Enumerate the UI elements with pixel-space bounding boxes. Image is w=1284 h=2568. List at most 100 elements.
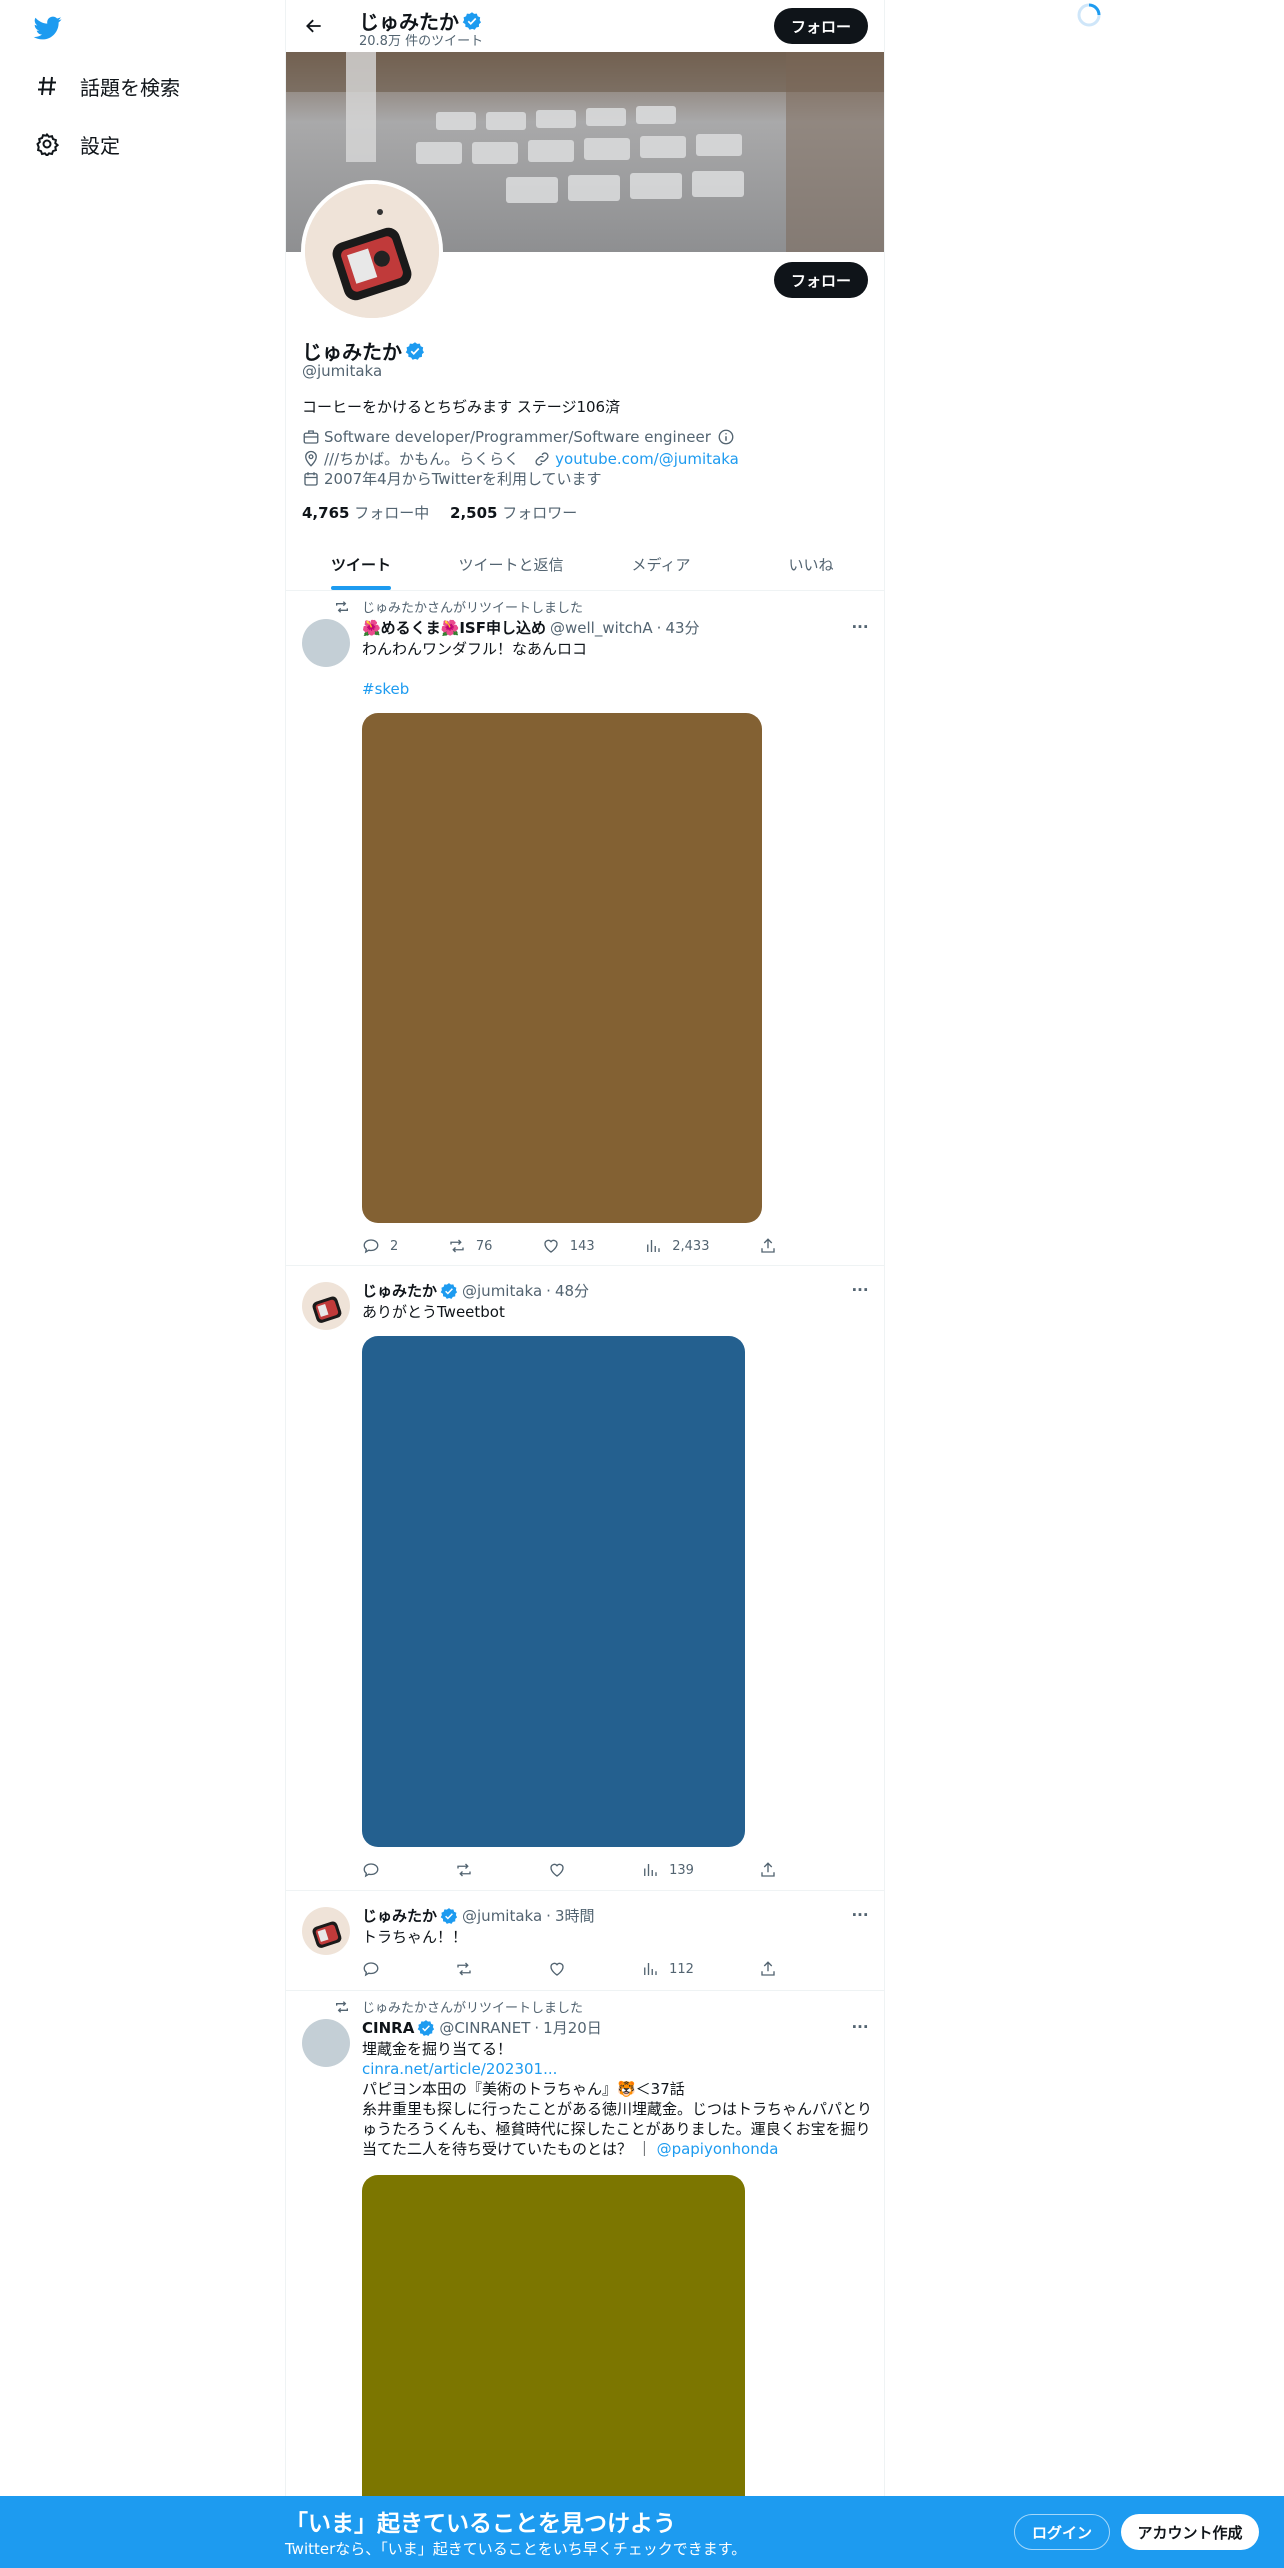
tweet[interactable]: じゅみたかさんがリツイートしました 🌺めるくま🌺ISF申し込め @well_wi… xyxy=(286,591,884,1266)
view-count: 139 xyxy=(669,1862,694,1878)
profile-timeline: じゅみたか 20.8万 件のツイート フォロー フォロー じゅみたか @jumi… xyxy=(285,0,885,2568)
tweet-media[interactable] xyxy=(362,713,762,1223)
like-button[interactable] xyxy=(548,1861,576,1879)
retweet-icon xyxy=(457,1962,471,1976)
profile-website-link[interactable]: youtube.com/@jumitaka xyxy=(555,450,739,468)
tweet-author-name[interactable]: 🌺めるくま🌺ISF申し込め xyxy=(362,617,546,638)
tweet-author-handle[interactable]: @well_witchA xyxy=(550,619,653,637)
more-options-icon[interactable]: ··· xyxy=(850,617,870,637)
share-button[interactable] xyxy=(759,1861,787,1879)
tab-tweets[interactable]: ツイート xyxy=(286,538,436,590)
signup-prompt-bar: 「いま」起きていることを見つけよう Twitterなら、「いま」起きていることを… xyxy=(0,2496,1284,2568)
mention-link[interactable]: @papiyonhonda xyxy=(657,2140,779,2158)
tweet-author-handle[interactable]: @jumitaka xyxy=(462,1282,542,1300)
more-options-icon[interactable]: ··· xyxy=(850,2017,870,2037)
profile-joined: 2007年4月からTwitterを利用しています xyxy=(302,468,602,489)
hashtag-link[interactable]: #skeb xyxy=(362,680,409,698)
profile-location-text: ///ちかば。かもん。らくらく xyxy=(324,450,520,468)
profile-name: じゅみたか xyxy=(302,336,425,365)
retweet-button[interactable] xyxy=(455,1861,483,1879)
tweet[interactable]: じゅみたか @jumitaka · 3時間 ··· トラちゃん！！ 112 xyxy=(286,1891,884,1991)
retweet-icon xyxy=(336,2000,348,2013)
avatar[interactable] xyxy=(302,2019,350,2067)
tweet-dot: · xyxy=(546,1281,551,1300)
avatar[interactable] xyxy=(302,1907,350,1955)
tweet-dot: · xyxy=(656,618,662,637)
avatar[interactable] xyxy=(302,619,350,667)
profile-name-text: じゅみたか xyxy=(302,340,402,364)
following-count: 4,765 xyxy=(302,504,350,522)
tweet-article-link[interactable]: cinra.net/article/202301... xyxy=(362,2060,557,2078)
tweet-text-line: 埋蔵金を掘り当てる！ xyxy=(362,2040,513,2058)
signup-prompt-title: 「いま」起きていることを見つけよう xyxy=(285,2511,676,2537)
signup-prompt-subtitle: Twitterなら、「いま」起きていることをいち早くチェックできます。 xyxy=(285,2540,747,2558)
views-button[interactable]: 2,433 xyxy=(644,1237,709,1255)
tweet-author-name[interactable]: じゅみたか xyxy=(362,1905,437,1926)
tweet[interactable]: じゅみたかさんがリツイートしました CINRA @CINRANET · 1月20… xyxy=(286,1991,884,2568)
tweet-author-handle[interactable]: @jumitaka xyxy=(462,1907,542,1925)
verified-badge-icon xyxy=(405,341,424,360)
tweet-author-handle[interactable]: @CINRANET xyxy=(439,2019,530,2037)
retweet-icon xyxy=(336,600,348,613)
twitter-logo-icon[interactable] xyxy=(32,14,64,42)
retweet-notice-text: じゅみたかさんがリツイートしました xyxy=(362,2001,584,2016)
more-options-icon[interactable]: ··· xyxy=(850,1280,870,1300)
views-button[interactable]: 112 xyxy=(641,1960,694,1978)
tweet-actions: 112 xyxy=(362,1959,787,1979)
back-arrow-icon[interactable] xyxy=(300,12,328,40)
tweet-header: じゅみたか @jumitaka · 3時間 xyxy=(362,1905,595,1926)
following-label: フォロー中 xyxy=(354,504,430,522)
tweet-time[interactable]: 1月20日 xyxy=(543,2017,602,2038)
profile-tabs: ツイート ツイートと返信 メディア いいね xyxy=(286,538,884,591)
reply-button[interactable] xyxy=(362,1960,390,1978)
retweet-count: 76 xyxy=(475,1238,493,1254)
profile-header-bar: じゅみたか 20.8万 件のツイート フォロー xyxy=(286,0,884,52)
tweet-time[interactable]: 43分 xyxy=(665,617,699,638)
tweet-text: 埋蔵金を掘り当てる！ cinra.net/article/202301... パ… xyxy=(362,2039,872,2159)
tweet-text-line: パピヨン本田の『美術のトラちゃん』🐯＜37話 xyxy=(362,2080,685,2098)
retweet-button[interactable] xyxy=(455,1960,483,1978)
avatar[interactable] xyxy=(302,1282,350,1330)
tweet-actions: 139 xyxy=(362,1860,787,1880)
reply-button[interactable] xyxy=(362,1861,390,1879)
loading-spinner-icon xyxy=(1076,2,1102,28)
header-follow-button[interactable]: フォロー xyxy=(774,8,868,44)
tweet-time[interactable]: 48分 xyxy=(555,1280,589,1301)
more-options-icon[interactable]: ··· xyxy=(850,1905,870,1925)
reply-count: 2 xyxy=(390,1238,399,1254)
share-icon xyxy=(761,1862,775,1877)
share-button[interactable] xyxy=(759,1237,787,1255)
heart-icon xyxy=(544,1239,558,1253)
tweet-text-line: 糸井重里も探しに行ったことがある徳川埋蔵金。じつはトラちゃんパパとりゅうたろうく… xyxy=(362,2100,873,2158)
signup-button[interactable]: アカウント作成 xyxy=(1121,2514,1259,2550)
followers-link[interactable]: 2,505 フォロワー xyxy=(450,504,577,522)
retweet-button[interactable]: 76 xyxy=(448,1237,493,1255)
profile-follow-button[interactable]: フォロー xyxy=(774,262,868,298)
reply-button[interactable]: 2 xyxy=(362,1237,398,1255)
nav-settings[interactable]: 設定 xyxy=(34,128,120,160)
tab-media[interactable]: メディア xyxy=(586,538,736,590)
like-button[interactable]: 143 xyxy=(542,1237,595,1255)
tweet-author-name[interactable]: じゅみたか xyxy=(362,1280,437,1301)
tweet-media[interactable] xyxy=(362,1336,745,1847)
tweet-author-name[interactable]: CINRA xyxy=(362,2019,414,2037)
tweet-time[interactable]: 3時間 xyxy=(555,1905,595,1926)
tab-tweets-replies[interactable]: ツイートと返信 xyxy=(436,538,586,590)
like-button[interactable] xyxy=(548,1960,576,1978)
retweet-icon xyxy=(457,1863,471,1877)
profile-avatar[interactable] xyxy=(301,180,443,322)
views-button[interactable]: 139 xyxy=(641,1861,694,1879)
reply-icon xyxy=(363,1962,379,1977)
info-icon[interactable] xyxy=(717,428,735,446)
login-button[interactable]: ログイン xyxy=(1014,2514,1110,2550)
heart-icon xyxy=(550,1962,564,1976)
nav-explore[interactable]: 話題を検索 xyxy=(34,70,180,102)
following-link[interactable]: 4,765 フォロー中 xyxy=(302,504,429,522)
analytics-icon xyxy=(644,1864,657,1876)
retweet-icon xyxy=(450,1239,464,1253)
share-button[interactable] xyxy=(759,1960,787,1978)
tweet[interactable]: じゅみたか @jumitaka · 48分 ··· ありがとうTweetbot xyxy=(286,1266,884,1891)
tweet-text: ありがとうTweetbot xyxy=(362,1303,505,1321)
tweet-dot: · xyxy=(534,2018,540,2037)
tab-likes[interactable]: いいね xyxy=(736,538,884,590)
